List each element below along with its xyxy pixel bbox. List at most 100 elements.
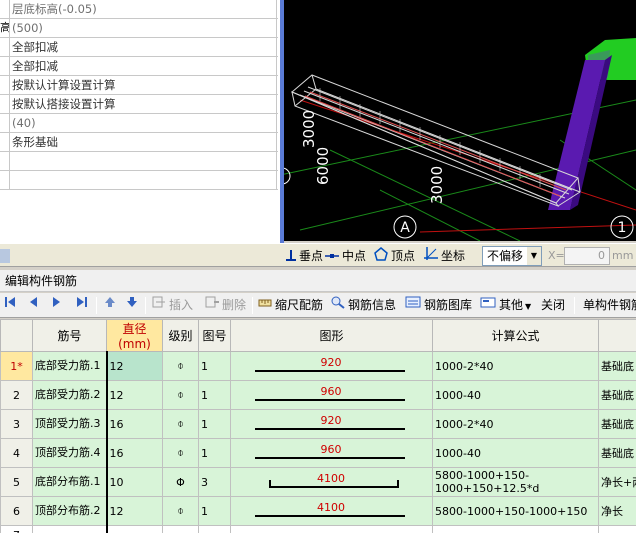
diameter-cell[interactable]: 16 — [105, 409, 163, 439]
move-down-button[interactable] — [126, 295, 138, 316]
shape-cell[interactable]: 920 — [230, 351, 433, 381]
row-number-cell[interactable]: 6 — [0, 496, 33, 526]
grade-cell[interactable]: ⌽ — [162, 409, 199, 439]
formula-cell[interactable]: 1000-2*40 — [432, 409, 599, 439]
formula-cell[interactable]: 1000-40 — [432, 380, 599, 410]
last-record-button[interactable] — [76, 295, 88, 316]
first-record-button[interactable] — [4, 295, 16, 316]
grade-cell[interactable] — [162, 525, 199, 533]
header-description[interactable] — [598, 319, 636, 352]
table-row[interactable]: 4 顶部受力筋.4 16 ⌽ 1 960 1000-40 基础底 — [0, 438, 636, 468]
offset-mode-select[interactable]: 不偏移 ▼ — [482, 246, 542, 266]
shape-cell[interactable]: 920 — [230, 409, 433, 439]
header-grade[interactable]: 级别 — [162, 319, 199, 352]
row-number-cell[interactable]: 4 — [0, 438, 33, 468]
row-number-cell[interactable]: 7 — [0, 525, 33, 533]
property-value[interactable]: 层底标高(-0.05) — [12, 0, 97, 18]
diameter-cell[interactable]: 16 — [105, 438, 163, 468]
formula-cell[interactable]: 5800-1000+150-1000+150+12.5*d — [432, 467, 599, 497]
bar-number-cell[interactable]: 顶部分布筋.2 — [32, 496, 107, 526]
property-value[interactable]: 全部扣减 — [12, 57, 58, 75]
grade-cell[interactable]: ⌽ — [162, 496, 199, 526]
bar-number-cell[interactable]: 底部受力筋.1 — [32, 351, 107, 381]
insert-button[interactable]: 插入 — [152, 295, 193, 316]
figure-no-cell[interactable]: 1 — [198, 351, 231, 381]
formula-cell[interactable]: 1000-2*40 — [432, 351, 599, 381]
next-record-button[interactable] — [52, 295, 62, 316]
grade-cell[interactable]: ⌽ — [162, 438, 199, 468]
other-menu-button[interactable]: 其他 ▼ — [480, 295, 531, 316]
figure-no-cell[interactable]: 1 — [198, 438, 231, 468]
formula-cell[interactable]: 5800-1000+150-1000+150 — [432, 496, 599, 526]
header-diameter[interactable]: 直径(mm) — [106, 319, 163, 352]
grade-cell[interactable]: ⌽ — [162, 380, 199, 410]
single-component-rebar-button[interactable]: 单构件钢筋 — [583, 295, 636, 316]
table-row[interactable]: 1* 底部受力筋.1 12 ⌽ 1 920 1000-2*40 基础底 — [0, 351, 636, 381]
move-up-button[interactable] — [104, 295, 116, 316]
diameter-cell[interactable]: 12 — [105, 380, 163, 410]
shape-cell[interactable]: 4100 — [230, 467, 433, 497]
delete-button[interactable]: 删除 — [205, 295, 246, 316]
property-row[interactable]: 层底标高(-0.05) — [0, 0, 278, 19]
description-cell[interactable]: 基础底 — [598, 380, 636, 410]
shape-cell[interactable]: 960 — [230, 438, 433, 468]
description-cell[interactable]: 净长 — [598, 496, 636, 526]
scale-rebar-button[interactable]: 缩尺配筋 — [258, 295, 323, 316]
property-value[interactable]: (500) — [12, 19, 43, 37]
property-value[interactable]: 按默认搭接设置计算 — [12, 95, 116, 113]
snap-vertex-button[interactable]: 顶点 — [374, 246, 415, 266]
property-value[interactable]: 按默认计算设置计算 — [12, 76, 116, 94]
row-number-cell[interactable]: 3 — [0, 409, 33, 439]
property-value[interactable]: (40) — [12, 114, 36, 132]
table-row[interactable]: 5 底部分布筋.1 10 Φ 3 4100 5800-1000+150-1000+150+1… — [0, 467, 636, 497]
row-number-cell[interactable]: 1* — [0, 351, 33, 381]
bar-number-cell[interactable]: 顶部受力筋.4 — [32, 438, 107, 468]
grade-cell[interactable]: Φ — [162, 467, 199, 497]
header-shape[interactable]: 图形 — [230, 319, 433, 352]
description-cell[interactable] — [598, 525, 636, 533]
description-cell[interactable]: 基础底 — [598, 351, 636, 381]
shape-cell[interactable]: 960 — [230, 380, 433, 410]
shape-cell[interactable]: 4100 — [230, 496, 433, 526]
table-row[interactable]: 2 底部受力筋.2 12 ⌽ 1 960 1000-40 基础底 — [0, 380, 636, 410]
property-row[interactable]: 按默认搭接设置计算 — [0, 95, 278, 114]
header-formula[interactable]: 计算公式 — [432, 319, 599, 352]
header-figure-no[interactable]: 图号 — [198, 319, 231, 352]
table-row[interactable]: 3 顶部受力筋.3 16 ⌽ 1 920 1000-2*40 基础底 — [0, 409, 636, 439]
bar-number-cell[interactable] — [32, 525, 107, 533]
description-cell[interactable]: 基础底 — [598, 438, 636, 468]
previous-record-button[interactable] — [28, 295, 38, 316]
header-bar-number[interactable]: 筋号 — [32, 319, 107, 352]
property-row[interactable]: 条形基础 — [0, 133, 278, 152]
row-number-cell[interactable]: 2 — [0, 380, 33, 410]
snap-midpoint-button[interactable]: 中点 — [325, 246, 366, 266]
x-coordinate-input[interactable]: 0 — [564, 247, 610, 265]
description-cell[interactable]: 净长+两 — [598, 467, 636, 497]
property-row[interactable]: 全部扣减 — [0, 57, 278, 76]
property-value[interactable]: 全部扣减 — [12, 38, 58, 56]
bar-number-cell[interactable]: 底部受力筋.2 — [32, 380, 107, 410]
snap-coordinate-button[interactable]: 坐标 — [424, 246, 465, 266]
grade-cell[interactable]: ⌽ — [162, 351, 199, 381]
bar-number-cell[interactable]: 底部分布筋.1 — [32, 467, 107, 497]
formula-cell[interactable] — [432, 525, 599, 533]
property-value[interactable]: 条形基础 — [12, 133, 58, 151]
property-row[interactable]: 按默认计算设置计算 — [0, 76, 278, 95]
figure-no-cell[interactable]: 1 — [198, 380, 231, 410]
row-number-cell[interactable]: 5 — [0, 467, 33, 497]
description-cell[interactable]: 基础底 — [598, 409, 636, 439]
snap-perpendicular-button[interactable]: 垂点 — [286, 246, 323, 266]
diameter-cell[interactable]: 12 — [105, 496, 163, 526]
close-button[interactable]: 关闭 — [541, 295, 565, 316]
figure-no-cell[interactable]: 1 — [198, 496, 231, 526]
property-row[interactable]: (40) — [0, 114, 278, 133]
rebar-info-button[interactable]: 钢筋信息 — [331, 295, 396, 316]
property-row[interactable]: 高 (500) — [0, 19, 278, 38]
shape-cell[interactable] — [230, 525, 433, 533]
property-row[interactable] — [0, 171, 278, 190]
diameter-cell[interactable] — [105, 525, 163, 533]
diameter-cell[interactable]: 10 — [105, 467, 163, 497]
table-row[interactable]: 6 顶部分布筋.2 12 ⌽ 1 4100 5800-1000+150-1000+150 净长 — [0, 496, 636, 526]
table-row[interactable]: 7 — [0, 525, 636, 533]
bar-number-cell[interactable]: 顶部受力筋.3 — [32, 409, 107, 439]
